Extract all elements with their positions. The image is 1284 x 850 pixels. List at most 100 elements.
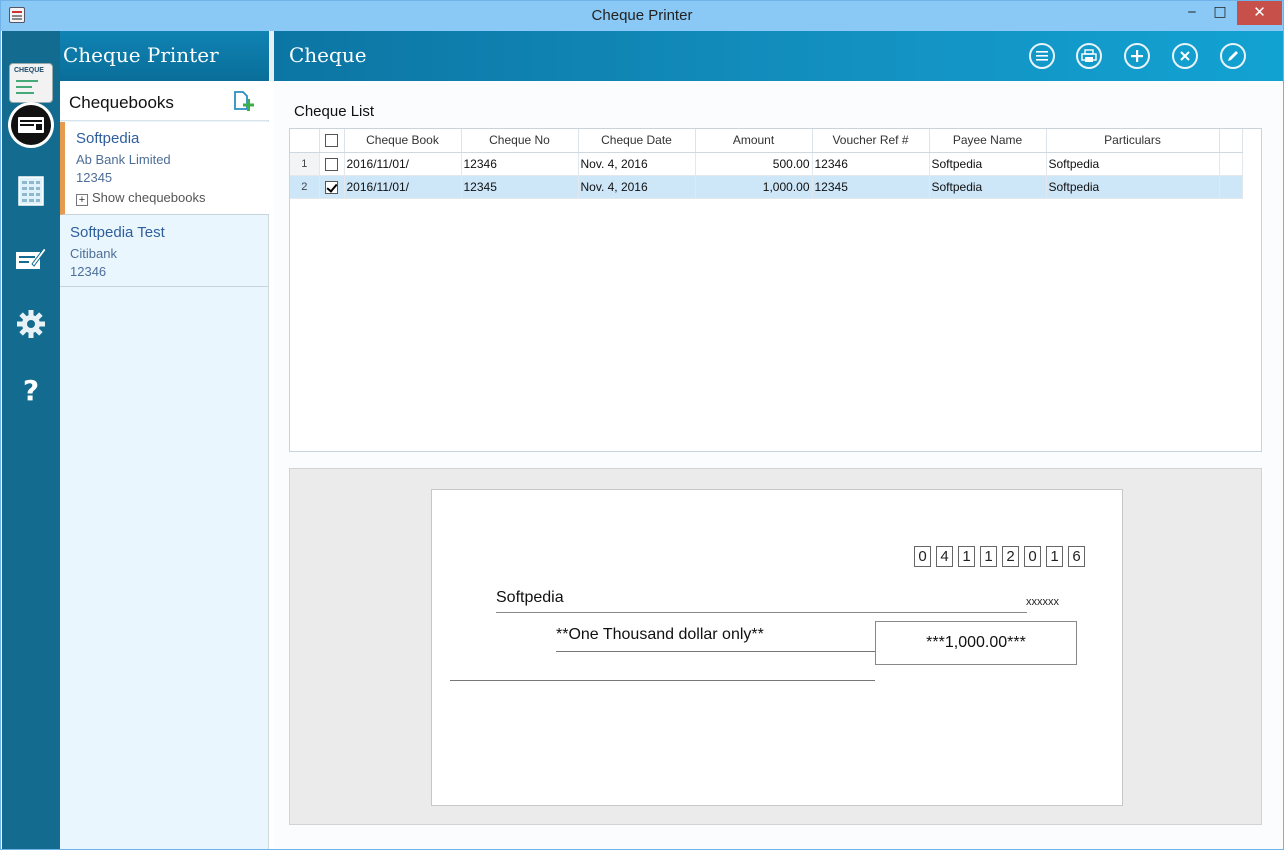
cheque-table: Cheque Book Cheque No Cheque Date Amount… — [290, 129, 1243, 199]
filler-cell — [1219, 175, 1243, 199]
column-header[interactable]: Voucher Ref # — [812, 129, 930, 153]
row-number-header — [290, 129, 320, 153]
second-words-line — [450, 680, 875, 681]
cell-particulars: Softpedia — [1046, 175, 1220, 199]
ledger-icon — [18, 176, 44, 206]
cell-payee-name: Softpedia — [929, 152, 1047, 176]
chequebook-item[interactable]: Softpedia Ab Bank Limited 12345 + Show ch… — [60, 122, 269, 215]
cell-voucher-ref: 12346 — [812, 152, 930, 176]
filler-cell — [1219, 152, 1243, 176]
delete-button[interactable] — [1172, 43, 1198, 69]
cheque-amount-figures: ***1,000.00*** — [875, 621, 1077, 665]
print-button[interactable] — [1076, 43, 1102, 69]
show-chequebooks-toggle[interactable]: + Show chequebooks — [76, 190, 205, 206]
app-window: Cheque Printer ‒ □ ✕ CHEQUE ? Cheque Pri… — [0, 0, 1284, 850]
chequebook-number: 12346 — [70, 264, 107, 279]
date-digit: 4 — [936, 546, 953, 567]
write-cheque-icon — [16, 247, 47, 269]
amount-words-line — [556, 651, 876, 652]
printer-icon — [1081, 49, 1097, 62]
edit-button[interactable] — [1220, 43, 1246, 69]
maximize-button[interactable]: □ — [1207, 1, 1233, 25]
cheque-amount-words: **One Thousand dollar only** — [556, 626, 764, 643]
chequebook-name: Softpedia Test — [70, 224, 165, 241]
row-checkbox[interactable] — [325, 157, 338, 171]
logo-text: CHEQUE — [14, 67, 44, 74]
date-digit: 0 — [914, 546, 931, 567]
list-button[interactable] — [1029, 43, 1055, 69]
payee-line — [496, 612, 1027, 613]
row-checkbox[interactable] — [325, 180, 338, 194]
select-all-header[interactable] — [319, 129, 345, 153]
title-bar: Cheque Printer ‒ □ ✕ — [1, 1, 1283, 31]
chequebook-icon — [18, 117, 44, 133]
add-button[interactable] — [1124, 43, 1150, 69]
app-name: Cheque Printer — [63, 43, 219, 67]
cheque-payee: Softpedia — [496, 589, 564, 606]
date-digit: 6 — [1068, 546, 1085, 567]
cell-cheque-no: 12346 — [461, 152, 579, 176]
column-header[interactable]: Cheque Book — [344, 129, 462, 153]
chequebook-name: Softpedia — [76, 130, 140, 147]
cell-payee-name: Softpedia — [929, 175, 1047, 199]
add-chequebook-button[interactable] — [232, 90, 256, 115]
section-header: Cheque — [274, 31, 1283, 81]
gear-icon — [17, 310, 45, 338]
row-select-cell[interactable] — [319, 175, 345, 199]
table-header-row: Cheque Book Cheque No Cheque Date Amount… — [290, 129, 1243, 153]
chequebooks-header: Chequebooks — [60, 81, 269, 121]
chequebook-number: 12345 — [76, 170, 113, 185]
table-row[interactable]: 1 2016/11/01/ 12346 Nov. 4, 2016 500.00 … — [290, 152, 1243, 176]
date-digit: 1 — [980, 546, 997, 567]
column-header[interactable]: Cheque No — [461, 129, 579, 153]
rail-item-chequebooks[interactable] — [2, 101, 60, 149]
row-select-cell[interactable] — [319, 152, 345, 176]
column-header[interactable]: Cheque Date — [578, 129, 696, 153]
x-icon — [1180, 51, 1190, 61]
row-number: 1 — [290, 152, 320, 176]
row-number: 2 — [290, 175, 320, 199]
cell-cheque-date: Nov. 4, 2016 — [578, 175, 696, 199]
add-document-icon — [234, 91, 254, 111]
rail-item-settings[interactable] — [2, 300, 60, 348]
close-window-button[interactable]: ✕ — [1237, 1, 1282, 25]
cheque-main: Cheque List Cheque Book Cheque No Cheque… — [274, 81, 1283, 849]
app-logo: CHEQUE — [9, 63, 53, 103]
rail-item-ledger[interactable] — [2, 167, 60, 215]
column-header[interactable]: Particulars — [1046, 129, 1220, 153]
date-digit: 2 — [1002, 546, 1019, 567]
date-digit: 1 — [958, 546, 975, 567]
cell-amount: 1,000.00 — [695, 175, 813, 199]
section-title: Cheque — [289, 43, 367, 67]
window-title: Cheque Printer — [591, 7, 693, 24]
cheque-preview: 0 4 1 1 2 0 1 6 Softpedia xxxxxx **One T… — [431, 489, 1123, 806]
cell-voucher-ref: 12345 — [812, 175, 930, 199]
minimize-button[interactable]: ‒ — [1179, 1, 1205, 25]
plus-icon — [1131, 50, 1143, 62]
cheque-date-boxes: 0 4 1 1 2 0 1 6 — [914, 546, 1085, 567]
cell-cheque-book: 2016/11/01/ — [344, 152, 462, 176]
app-header: Cheque Printer — [60, 31, 269, 81]
select-all-checkbox[interactable] — [325, 134, 338, 148]
filler-header — [1219, 129, 1243, 153]
expand-icon: + — [76, 194, 88, 206]
cell-cheque-date: Nov. 4, 2016 — [578, 152, 696, 176]
chequebooks-title: Chequebooks — [69, 93, 174, 112]
column-header[interactable]: Payee Name — [929, 129, 1047, 153]
cell-cheque-no: 12345 — [461, 175, 579, 199]
table-row[interactable]: 2 2016/11/01/ 12345 Nov. 4, 2016 1,000.0… — [290, 175, 1243, 199]
column-header[interactable]: Amount — [695, 129, 813, 153]
date-digit: 0 — [1024, 546, 1041, 567]
pencil-icon — [1228, 51, 1238, 61]
chequebooks-panel: Chequebooks Softpedia Ab Bank Limited 12… — [60, 81, 269, 849]
chequebook-item[interactable]: Softpedia Test Citibank 12346 — [60, 215, 269, 287]
chequebook-bank: Citibank — [70, 246, 117, 261]
cell-cheque-book: 2016/11/01/ — [344, 175, 462, 199]
rail-item-help[interactable]: ? — [2, 366, 60, 414]
cell-amount: 500.00 — [695, 152, 813, 176]
rail-item-write-cheque[interactable] — [2, 234, 60, 282]
cheque-list-title: Cheque List — [294, 103, 375, 120]
chequebook-bank: Ab Bank Limited — [76, 152, 171, 167]
payee-suffix: xxxxxx — [1026, 596, 1059, 608]
list-icon — [1036, 51, 1048, 61]
